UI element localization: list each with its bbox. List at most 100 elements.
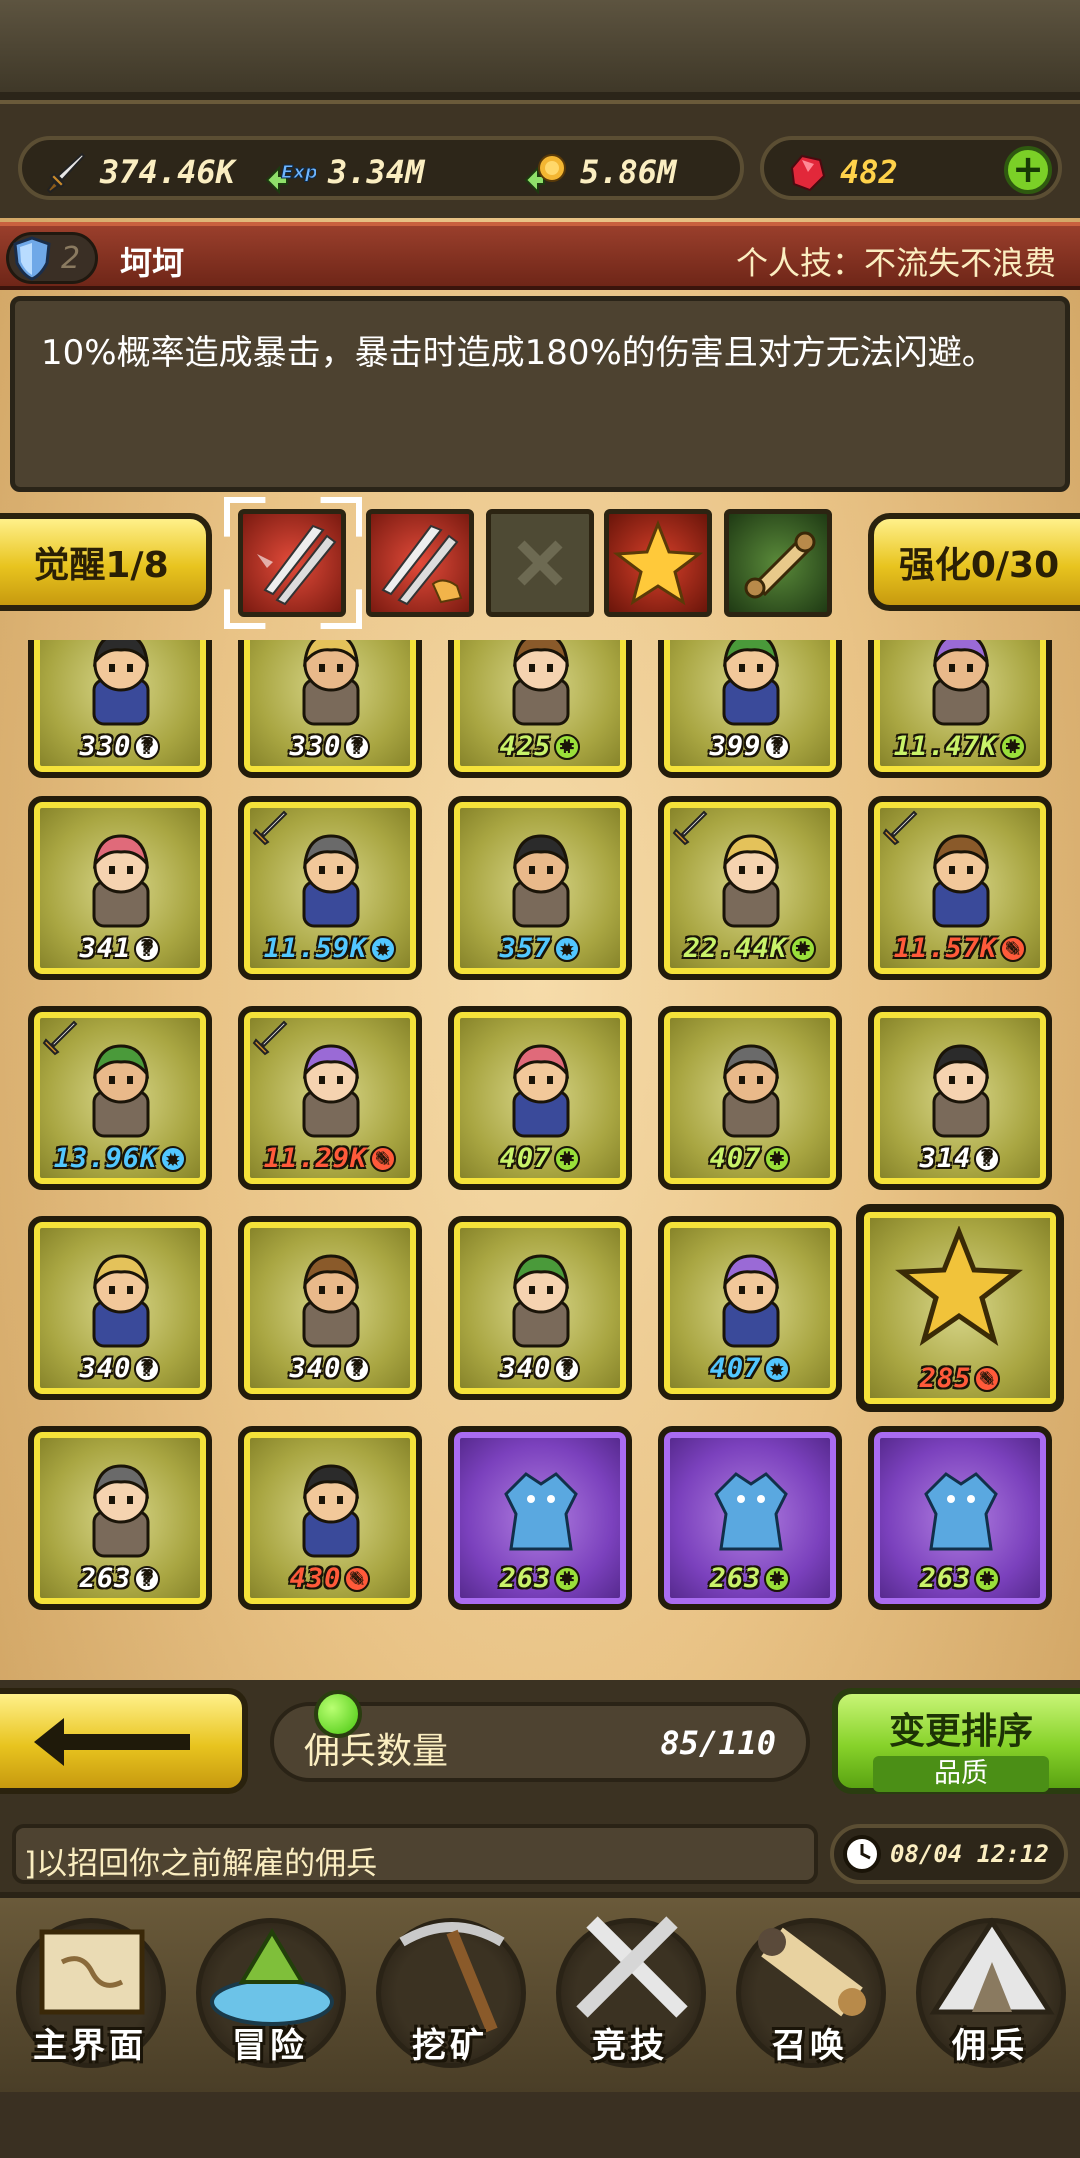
mercenary-level: 407 + [664,1143,836,1174]
mercenary-type-badge-icon: + [974,1565,1001,1592]
shield-icon [13,236,51,281]
mercenary-level: 263 + [454,1563,626,1594]
skill-title-bar: 2 坷坷 个人技：不流失不浪费 [0,222,1080,290]
bottom-panel: 佣兵数量 85/110 变更排序 品质 ]以招回你之前解雇的佣兵 08/04 1… [0,1680,1080,2158]
mercenary-card[interactable]: 340? [448,1216,632,1400]
mercenary-card[interactable]: 22.44K + [658,796,842,980]
mercenary-level: 340? [34,1353,206,1384]
hero-level-number: 2 [61,240,81,276]
sword-icon [46,152,86,194]
left-arrow-icon [34,1718,190,1766]
mercenary-level-value: 285 [919,1363,972,1394]
hero-portrait [302,1254,360,1348]
nav-item-summon-scroll[interactable]: 召唤 [720,1898,900,2098]
nav-item-tent[interactable]: 佣兵 [900,1898,1080,2098]
dragon-portrait [714,1472,788,1551]
exp-icon: Exp [265,162,316,194]
mercenary-type-badge-icon: ✎ [370,1145,397,1172]
mercenary-card[interactable]: 425 + [448,640,632,778]
mercenary-card[interactable]: 263? [28,1426,212,1610]
mercenary-level: 263? [34,1563,206,1594]
mercenary-level-value: 330 [79,731,132,762]
mercenary-card[interactable]: 11.59K ★ [238,796,422,980]
nav-item-crossed-swords[interactable]: 竞技 [540,1898,720,2098]
star-emblem-icon [895,1226,1023,1346]
hero-portrait [92,1044,150,1138]
map-background-band [0,0,1080,100]
nav-label: 召唤 [772,2026,848,2066]
mercenary-card[interactable]: 285 ✎ [856,1204,1064,1412]
mercenary-grid[interactable]: 330? 330? 425 +399? 11.47K +341? 11.59K ★ 357 ★ 22… [0,640,1080,1685]
change-sort-button[interactable]: 变更排序 品质 [832,1688,1080,1794]
dragon-portrait [924,1472,998,1551]
mercenary-type-badge-icon: ✎ [974,1365,1001,1392]
mercenary-level-value: 263 [709,1563,762,1594]
mercenary-level-value: 340 [79,1353,132,1384]
mercenary-card[interactable]: 407 + [448,1006,632,1190]
back-button[interactable] [0,1688,248,1794]
mercenary-card[interactable]: 263 + [868,1426,1052,1610]
mercenary-card[interactable]: 11.57K ✎ [868,796,1052,980]
star-icon [612,519,704,606]
mercenary-type-badge-icon: ? [134,733,161,760]
mercenary-card[interactable]: 263 + [658,1426,842,1610]
double-sword-skill-icon[interactable] [238,509,346,617]
hero-portrait [722,1254,780,1348]
empty-slot-icon[interactable] [486,509,594,617]
mercenary-card[interactable]: 263 + [448,1426,632,1610]
hero-portrait [302,640,360,726]
mercenary-level-value: 340 [289,1353,342,1384]
mercenary-level: 407 ★ [664,1353,836,1384]
mercenary-type-badge-icon: ? [974,1145,1001,1172]
mercenary-type-badge-icon: ? [134,1565,161,1592]
mercenary-card[interactable]: 357 ★ [448,796,632,980]
mercenary-card[interactable]: 13.96K ★ [28,1006,212,1190]
mercenary-card[interactable]: 340? [238,1216,422,1400]
hero-portrait [932,1044,990,1138]
hero-portrait [92,1464,150,1558]
double-sword-handshake-skill-icon[interactable] [366,509,474,617]
mercenary-card[interactable]: 314? [868,1006,1052,1190]
mercenary-level-value: 314 [919,1143,972,1174]
enhance-button[interactable]: 强化0/30 [868,513,1080,611]
nav-item-map-scroll[interactable]: 主界面 [0,1898,180,2098]
hero-portrait [302,1044,360,1138]
mercenary-card[interactable]: 407 + [658,1006,842,1190]
mercenary-level: 399? [664,731,836,762]
resource-bar: 374.46K Exp 3.34M 5.86M 482 + [0,100,1080,218]
mercenary-card[interactable]: 340? [28,1216,212,1400]
mercenary-type-badge-icon: ★ [554,935,581,962]
star-skill-icon[interactable] [604,509,712,617]
awaken-button[interactable]: 觉醒1/8 [0,513,212,611]
mercenary-level: 11.29K ✎ [244,1143,416,1174]
mercenary-card[interactable]: 341? [28,796,212,980]
mercenary-type-badge-icon: ✎ [344,1565,371,1592]
equipped-sword-icon [672,810,708,846]
mercenary-level-value: 263 [79,1563,132,1594]
hero-name: 坷坷 [120,244,185,282]
mercenary-level: 330? [34,731,206,762]
mercenary-card[interactable]: 430 ✎ [238,1426,422,1610]
nav-item-island[interactable]: 冒险 [180,1898,360,2098]
mercenary-card[interactable]: 11.47K + [868,640,1052,778]
scroll-icon [744,531,816,599]
sort-label: 变更排序 [888,1711,1033,1752]
mercenary-card[interactable]: 330? [238,640,422,778]
mercenary-card[interactable]: 330? [28,640,212,778]
power-value: 374.46K [100,153,235,191]
equipped-sword-icon [252,810,288,846]
mercenary-level: 430 ✎ [244,1563,416,1594]
mercenary-card[interactable]: 399? [658,640,842,778]
mercenary-level: 11.59K ★ [244,933,416,964]
nav-item-pickaxe[interactable]: 挖矿 [360,1898,540,2098]
sort-mode: 品质 [873,1756,1049,1792]
mercenary-card[interactable]: 11.29K ✎ [238,1006,422,1190]
clock-text: 08/04 12:12 [890,1840,1049,1868]
add-gems-button[interactable]: + [1004,146,1052,194]
scroll-skill-icon[interactable] [724,509,832,617]
hero-portrait [92,834,150,928]
mercenary-card[interactable]: 407 ★ [658,1216,842,1400]
nav-label: 竞技 [592,2026,668,2066]
dragon-portrait [504,1472,578,1551]
mercenary-level-value: 357 [499,933,552,964]
